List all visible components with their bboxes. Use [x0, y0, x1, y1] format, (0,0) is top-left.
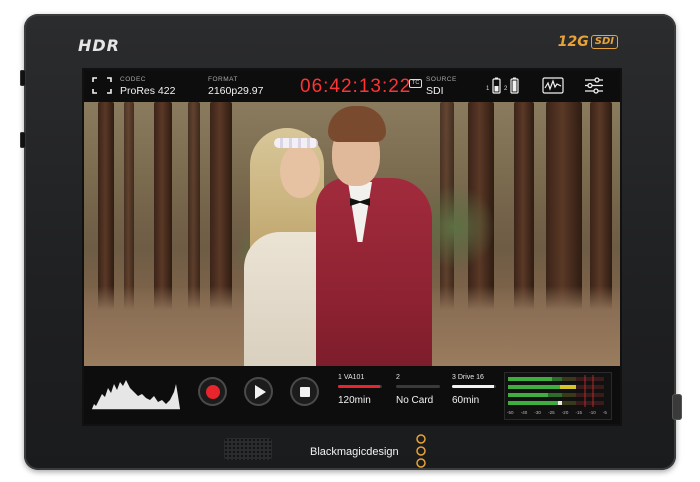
brand-name: Blackmagicdesign [310, 446, 399, 458]
codec-label: CODEC [120, 76, 146, 83]
hdr-logo: HDR [78, 36, 120, 55]
format-label: FORMAT [208, 76, 238, 83]
source-setting[interactable]: SOURCE SDI [426, 70, 486, 102]
sdi-connector [672, 394, 682, 420]
slot-fill-bar [338, 385, 382, 388]
woman-face [280, 144, 320, 198]
play-button[interactable] [244, 377, 273, 406]
battery-slot-2: 2 [504, 86, 508, 92]
side-port [20, 132, 26, 148]
brand-logo-icon [416, 434, 426, 468]
side-port [20, 70, 26, 86]
slot-name: 2 [396, 374, 400, 381]
meter-channel-3 [508, 393, 604, 397]
slot-name: 3 Drive 16 [452, 374, 484, 381]
man-suit [316, 178, 432, 366]
source-value: SDI [426, 85, 444, 97]
meter-channel-1 [508, 377, 604, 381]
bottom-control-bar: 1 VA101 120min 2 No Card 3 Drive 16 60mi… [84, 366, 620, 424]
meter-channel-4 [508, 401, 604, 405]
meter-scale-tick: -30 [534, 410, 541, 415]
slot-fill-bar [452, 385, 496, 388]
monitor-device: HDR 12G SDI CODEC ProRes 422 FORMAT 2160… [20, 14, 682, 470]
format-value: 2160p29.97 [208, 85, 264, 97]
audio-meters[interactable]: -50 -40 -30 -25 -20 -15 -10 -5 [504, 372, 612, 420]
stop-icon [299, 386, 310, 397]
man-hair [328, 106, 386, 142]
sdi-badge-number: 12G [557, 34, 589, 50]
stop-button[interactable] [290, 377, 319, 406]
source-label: SOURCE [426, 76, 457, 83]
timecode-display[interactable]: 06:42:13:22 [300, 76, 411, 98]
focus-frame-icon[interactable] [92, 77, 112, 94]
meter-scale-tick: -25 [548, 410, 555, 415]
format-setting[interactable]: FORMAT 2160p29.97 [208, 70, 288, 102]
battery-slot-1: 1 [486, 86, 490, 92]
slot-time: No Card [396, 395, 434, 406]
meter-scale-tick: -20 [561, 410, 569, 415]
tc-badge: TC [409, 79, 423, 88]
media-slot-2[interactable]: 2 No Card [396, 366, 448, 424]
speaker-grille [224, 438, 272, 460]
battery-status[interactable]: 1 2 [486, 77, 522, 94]
flower-crown [274, 138, 318, 148]
codec-setting[interactable]: CODEC ProRes 422 [120, 70, 200, 102]
waveform-scope-icon[interactable] [542, 77, 564, 94]
slot-time: 60min [452, 395, 480, 406]
slot-time: 120min [338, 395, 371, 406]
codec-value: ProRes 422 [120, 85, 176, 97]
meter-scale-tick: -50 [507, 410, 514, 415]
slot-fill [338, 385, 380, 388]
meter-scale-tick: -15 [575, 410, 583, 415]
meter-scale: -50 -40 -30 -25 -20 -15 -10 -5 [505, 410, 609, 415]
meter-scale-tick: -40 [520, 410, 528, 415]
meter-scale-tick: -5 [602, 410, 607, 415]
slot-name: 1 VA101 [338, 374, 365, 381]
record-button[interactable] [198, 377, 227, 406]
meter-scale-tick: -10 [589, 410, 596, 415]
histogram[interactable] [90, 370, 182, 410]
sdi-badge-text: SDI [590, 35, 618, 49]
media-slot-1[interactable]: 1 VA101 120min [338, 366, 390, 424]
top-status-bar: CODEC ProRes 422 FORMAT 2160p29.97 06:42… [84, 70, 620, 102]
video-preview [84, 102, 620, 366]
touchscreen[interactable]: CODEC ProRes 422 FORMAT 2160p29.97 06:42… [82, 68, 622, 426]
settings-sliders-icon[interactable] [584, 77, 604, 94]
meter-channel-2 [508, 385, 604, 389]
record-icon [205, 384, 220, 399]
slot-fill-bar [396, 385, 440, 388]
play-icon [254, 384, 266, 399]
sdi-badge: 12G SDI [558, 34, 618, 50]
media-slot-3[interactable]: 3 Drive 16 60min [452, 366, 504, 424]
slot-fill [452, 385, 494, 388]
